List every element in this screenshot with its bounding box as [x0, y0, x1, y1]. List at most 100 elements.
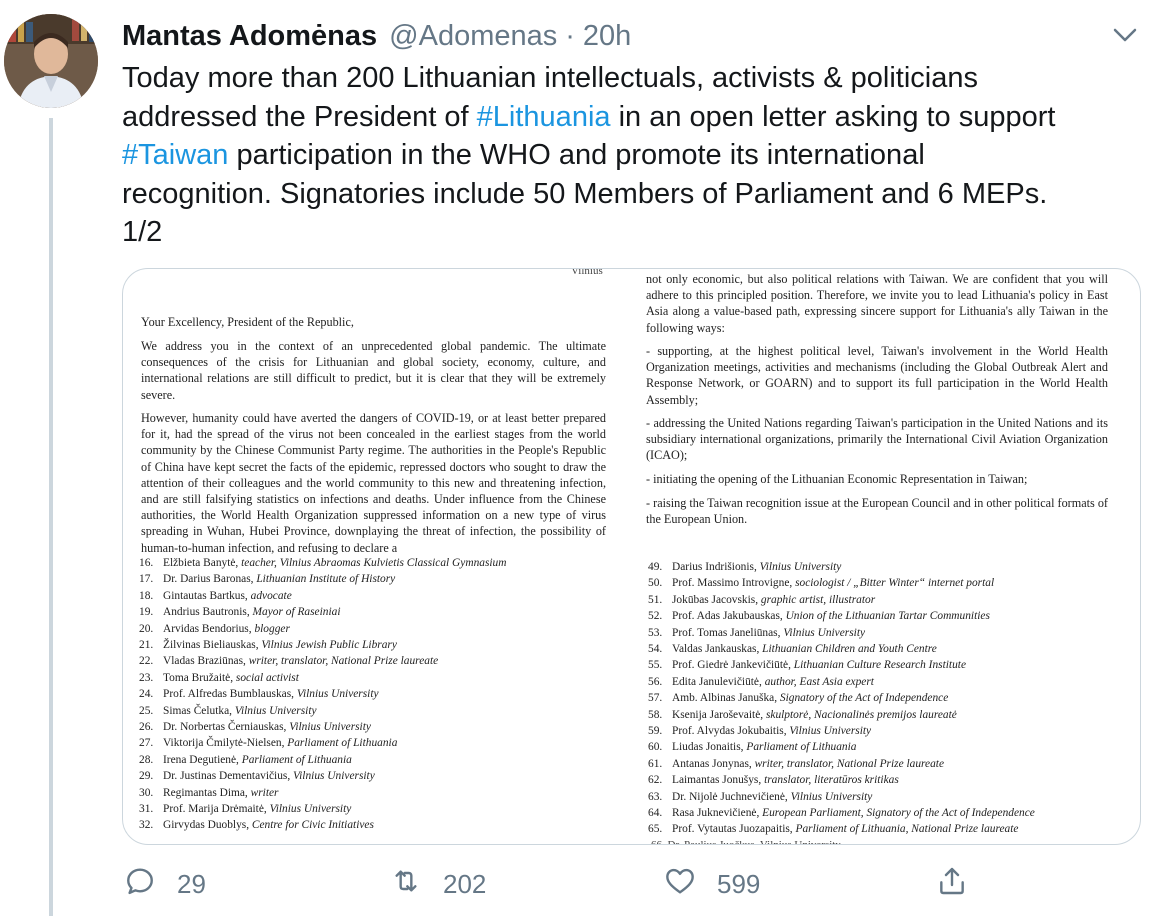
signatory-role: blogger [254, 622, 290, 635]
signatory-number: 17. [139, 573, 154, 586]
signatory-role: author, East Asia expert [764, 675, 874, 688]
signatory-name: Dr. Nijolė Juchnevičienė, [672, 790, 791, 803]
signatory-row: 22. Vladas Braziūnas, writer, translator,… [139, 653, 438, 669]
signatory-role: translator, literatūros kritikas [764, 774, 899, 787]
retweet-button[interactable]: 202 [390, 862, 486, 906]
signatory-number: 50. [648, 577, 663, 590]
signatory-name: Rasa Juknevičienė, [672, 807, 763, 819]
signatory-role: Vilnius University [759, 561, 842, 573]
signatory-number: 32. [139, 819, 154, 832]
signatory-name: Girvydas Duoblys, [163, 819, 252, 832]
signatory-number: 16. [139, 557, 154, 569]
signatory-name: Elžbieta Banytė, [163, 557, 242, 569]
signatory-number: 55. [648, 659, 663, 672]
share-button[interactable] [936, 862, 968, 906]
signatory-row: 57. Amb. Albinas Januška, Signatory of th… [648, 690, 948, 706]
signatory-row: 18. Gintautas Bartkus, advocate [139, 588, 292, 604]
signatory-row: 29. Dr. Justinas Dementavičius, Vilnius U… [139, 768, 375, 784]
like-button[interactable]: 599 [664, 862, 760, 906]
tweet-media-document[interactable]: Vilnius Your Excellency, President of th… [122, 268, 1141, 845]
signatory-role: European Parliament, Signatory of the Ac… [762, 807, 1035, 819]
signatory-row: 50. Prof. Massimo Introvigne, sociologist… [648, 575, 994, 591]
reply-button[interactable]: 29 [124, 862, 206, 906]
signatory-number: 59. [648, 725, 663, 737]
author-handle[interactable]: @Adomenas [389, 18, 557, 54]
signatory-row: 20. Arvidas Bendorius, blogger [139, 621, 290, 637]
signatory-name: Antanas Jonynas, [672, 757, 755, 770]
signatory-role: social activist [235, 671, 299, 684]
signatory-row: 59. Prof. Alvydas Jokubaitis, Vilnius Uni… [648, 723, 871, 739]
signatory-row: 53. Prof. Tomas Janeliūnas, Vilnius Unive… [648, 625, 865, 641]
reply-count: 29 [177, 868, 206, 899]
signatory-name: Prof. Vytautas Juozapaitis, [672, 823, 796, 836]
signatory-number: 24. [139, 688, 154, 701]
tweet-text-line: Today more than 200 Lithuanian intellect… [122, 59, 1132, 98]
signatory-role: Vilnius University [234, 704, 317, 717]
tweet-text-line: recognition. Signatories include 50 Memb… [122, 175, 1132, 214]
hashtag-link[interactable]: #Taiwan [122, 139, 228, 171]
signatory-row: 16. Elžbieta Banytė, teacher, Vilnius Abr… [139, 555, 506, 571]
chevron-down-icon[interactable] [1110, 20, 1140, 50]
tweet-text-segment: participation in the WHO and promote its… [228, 139, 925, 171]
signatory-name: Ksenija Jaroševaitė, [672, 708, 766, 721]
signatory-number: 29. [139, 770, 154, 783]
signatory-row: 54. Valdas Jankauskas, Lithuanian Childre… [648, 641, 937, 657]
signatory-name: Prof. Marija Drėmaitė, [163, 803, 270, 815]
signatory-role: Mayor of Raseiniai [252, 606, 341, 619]
signatory-name: Liudas Jonaitis, [672, 741, 747, 754]
tweet-text-line: #Taiwan participation in the WHO and pro… [122, 136, 1132, 175]
signatory-role: Parliament of Lithuania [241, 753, 352, 766]
tweet-text-segment: 1/2 [122, 216, 163, 248]
signatory-name: Laimantas Jonušys, [672, 774, 765, 787]
signatory-number: 28. [139, 753, 154, 766]
signatory-name: Darius Indrišionis, [672, 561, 760, 573]
signatory-number: 21. [139, 639, 154, 651]
avatar[interactable] [4, 14, 98, 108]
signatory-row: 55. Prof. Giedrė Jankevičiūtė, Lithuanian… [648, 657, 966, 673]
signatory-number: 31. [139, 803, 154, 815]
doc-salutation: Your Excellency, President of the Republ… [141, 315, 354, 329]
signatory-row: 30. Regimantas Dima, writer [139, 785, 279, 801]
signatory-number: 20. [139, 622, 154, 635]
signatory-name: Žilvinas Bieliauskas, [163, 639, 262, 651]
tweet-text-segment: addressed the President of [122, 100, 477, 133]
doc-paragraph: - initiating the opening of the Lithuani… [646, 472, 1028, 486]
signatory-role: Parliament of Lithuania [746, 741, 857, 754]
separator-dot: · [565, 20, 575, 52]
signatory-number: 54. [648, 643, 663, 655]
tweet-text-segment: Today more than 200 Lithuanian intellect… [122, 62, 978, 94]
doc-paragraph: However, humanity could have averted the… [141, 411, 606, 555]
signatory-name: Dr. Justinas Dementavičius, [163, 770, 294, 783]
signatory-name: Prof. Alfredas Bumblauskas, [163, 688, 297, 701]
signatory-role: graphic artist, illustrator [760, 593, 876, 606]
signatory-name: Toma Bružaitė, [163, 671, 236, 684]
signatory-row: 64. Rasa Juknevičienė, European Parliamen… [648, 805, 1035, 821]
signatory-role: Lithuanian Institute of History [256, 573, 396, 586]
timestamp[interactable]: 20h [583, 18, 631, 54]
author-name[interactable]: Mantas Adomėnas [122, 18, 377, 54]
signatory-number: 57. [648, 692, 663, 705]
signatory-number: 26. [139, 721, 154, 733]
hashtag-link[interactable]: #Lithuania [477, 101, 611, 133]
signatory-number: 30. [139, 786, 154, 799]
reply-icon [124, 865, 156, 904]
signatory-role: Lithuanian Children and Youth Centre [762, 643, 937, 655]
doc-paragraph: - supporting, at the highest political l… [646, 344, 1108, 407]
signatory-number: 62. [648, 774, 663, 787]
signatory-name: Dr. Norbertas Černiauskas, [163, 721, 290, 733]
tweet-actions: 29 202 599 [0, 862, 1162, 906]
signatory-row: 23. Toma Bružaitė, social activist [139, 670, 299, 686]
signatory-role: Vilnius University [789, 725, 872, 737]
signatory-name: Prof. Giedrė Jankevičiūtė, [672, 659, 794, 672]
signatory-name: Arvidas Bendorius, [163, 622, 255, 635]
signatory-row: 63. Dr. Nijolė Juchnevičienė, Vilnius Uni… [648, 789, 872, 805]
signatory-row: 51. Jokūbas Jacovskis, graphic artist, il… [648, 592, 875, 608]
signatory-name: Jokūbas Jacovskis, [672, 593, 761, 606]
signatory-row: 52. Prof. Adas Jakubauskas, Union of the … [648, 608, 990, 624]
signatory-row: 25. Simas Čelutka, Vilnius University [139, 703, 317, 719]
signatory-number: 27. [139, 737, 154, 750]
signatory-role: Signatory of the Act of Independence [779, 692, 949, 705]
signatory-role: Vilnius University [289, 721, 371, 733]
tweet-text-line: addressed the President of #Lithuania in… [122, 98, 1132, 137]
avatar-image [4, 14, 98, 108]
